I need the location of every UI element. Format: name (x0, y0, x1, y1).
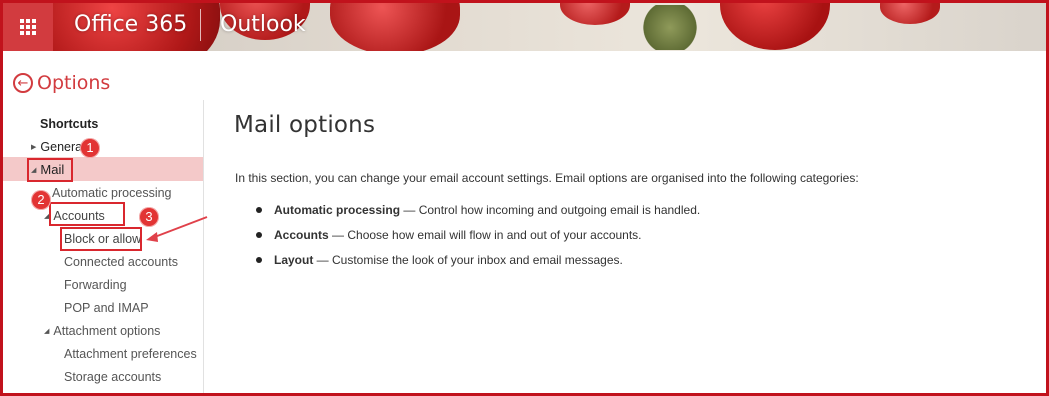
annotation-arrow-icon (146, 216, 208, 242)
